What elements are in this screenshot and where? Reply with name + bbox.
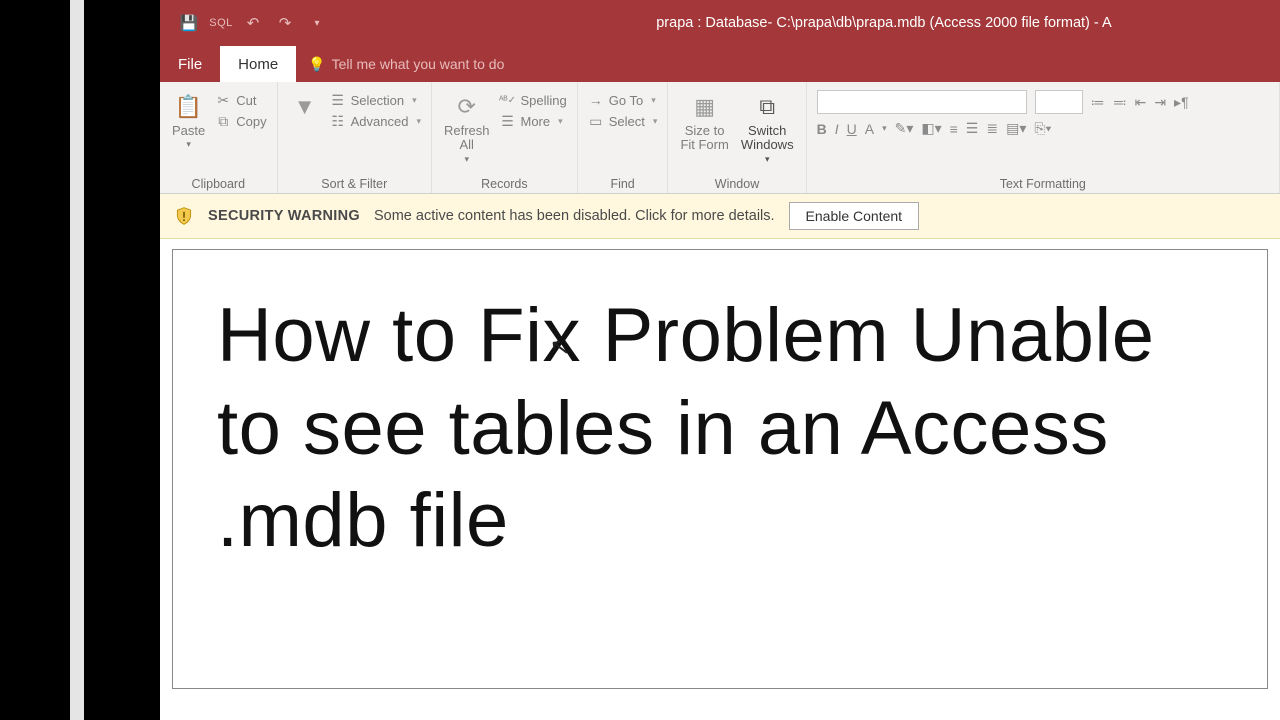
undo-icon[interactable]: ↶ bbox=[244, 14, 262, 32]
title-bar: 💾 SQL ↶ ↷ ▾ prapa : Database- C:\prapa\d… bbox=[160, 0, 1280, 46]
tell-me[interactable]: 💡 Tell me what you want to do bbox=[296, 46, 504, 82]
selection-button[interactable]: ☰ Selection bbox=[330, 92, 421, 108]
tab-home[interactable]: Home bbox=[220, 46, 296, 82]
group-text-formatting: ≔ ≕ ⇤ ⇥ ▸¶ B I U A▾ ✎▾ ◧▾ ≡ ☰ bbox=[807, 82, 1280, 193]
underline-button[interactable]: U bbox=[847, 121, 857, 137]
quick-access-toolbar: 💾 SQL ↶ ↷ ▾ bbox=[160, 14, 326, 32]
goto-icon: → bbox=[588, 92, 604, 108]
select-button[interactable]: ▭ Select bbox=[588, 113, 658, 129]
more-label: More bbox=[521, 114, 551, 129]
window-title: prapa : Database- C:\prapa\db\prapa.mdb … bbox=[656, 15, 1111, 31]
filter-button[interactable]: ▼ bbox=[288, 88, 322, 126]
group-window: ▦ Size to Fit Form ⧉ Switch Windows ▾ Wi… bbox=[668, 82, 806, 193]
scrollbar-left[interactable] bbox=[70, 0, 84, 720]
copy-button[interactable]: ⧉ Copy bbox=[215, 113, 266, 129]
copy-label: Copy bbox=[236, 114, 266, 129]
italic-button[interactable]: I bbox=[835, 121, 839, 137]
letterbox-left bbox=[0, 0, 70, 720]
document-area: How to Fix Problem Unable to see tables … bbox=[160, 239, 1280, 699]
group-label-find: Find bbox=[588, 175, 658, 191]
goto-button[interactable]: → Go To bbox=[588, 92, 658, 108]
security-warning-bar: SECURITY WARNING Some active content has… bbox=[160, 194, 1280, 239]
clipboard-icon: 📋 bbox=[174, 92, 204, 122]
align-center-icon[interactable]: ☰ bbox=[966, 120, 979, 137]
copy-icon: ⧉ bbox=[215, 113, 231, 129]
select-label: Select bbox=[609, 114, 645, 129]
paste-button[interactable]: 📋 Paste ▾ bbox=[170, 88, 207, 154]
spelling-label: Spelling bbox=[521, 93, 567, 108]
group-label-clipboard: Clipboard bbox=[170, 175, 267, 191]
font-size-select[interactable] bbox=[1035, 90, 1083, 114]
tab-file[interactable]: File bbox=[160, 46, 220, 82]
refresh-all-button[interactable]: ⟳ Refresh All ▾ bbox=[442, 88, 492, 168]
size-to-fit-button[interactable]: ▦ Size to Fit Form bbox=[678, 88, 730, 157]
document-text: How to Fix Problem Unable to see tables … bbox=[217, 290, 1223, 568]
numbering-icon[interactable]: ≕ bbox=[1113, 94, 1127, 111]
bold-button[interactable]: B bbox=[817, 121, 827, 137]
security-heading: SECURITY WARNING bbox=[208, 208, 360, 224]
refresh-label: Refresh All bbox=[444, 124, 490, 153]
more-button[interactable]: ☰ More bbox=[500, 113, 567, 129]
more-icon: ☰ bbox=[500, 113, 516, 129]
cut-button[interactable]: ✂ Cut bbox=[215, 92, 266, 108]
lightbulb-icon: 💡 bbox=[308, 56, 325, 73]
size-label: Size to Fit Form bbox=[680, 124, 728, 153]
group-clipboard: 📋 Paste ▾ ✂ Cut ⧉ Copy Clipboard bbox=[160, 82, 278, 193]
format-painter-icon[interactable]: ⎘▾ bbox=[1034, 120, 1051, 137]
switch-label: Switch Windows bbox=[741, 124, 794, 153]
selection-icon: ☰ bbox=[330, 92, 346, 108]
group-label-sortfilter: Sort & Filter bbox=[288, 175, 421, 191]
highlight-button[interactable]: ✎▾ bbox=[895, 120, 914, 137]
paragraph-icon[interactable]: ▸¶ bbox=[1174, 94, 1189, 111]
goto-label: Go To bbox=[609, 93, 643, 108]
funnel-icon: ▼ bbox=[290, 92, 320, 122]
form-container: How to Fix Problem Unable to see tables … bbox=[172, 249, 1268, 689]
spelling-button[interactable]: ᴬᴮ✓ Spelling bbox=[500, 92, 567, 108]
gridlines-icon[interactable]: ▤▾ bbox=[1006, 120, 1026, 137]
indent-left-icon[interactable]: ⇤ bbox=[1135, 94, 1147, 111]
group-find: → Go To ▭ Select Find bbox=[578, 82, 669, 193]
group-label-window: Window bbox=[678, 175, 795, 191]
fill-button[interactable]: ◧▾ bbox=[921, 120, 941, 137]
cut-label: Cut bbox=[236, 93, 256, 108]
group-sort-filter: ▼ ☰ Selection ☷ Advanced Sort & Filter bbox=[278, 82, 432, 193]
font-color-button[interactable]: A bbox=[865, 121, 874, 137]
sql-button[interactable]: SQL bbox=[212, 14, 230, 32]
font-family-select[interactable] bbox=[817, 90, 1027, 114]
advanced-label: Advanced bbox=[351, 114, 409, 129]
paste-label: Paste bbox=[172, 124, 205, 138]
selection-label: Selection bbox=[351, 93, 404, 108]
group-records: ⟳ Refresh All ▾ ᴬᴮ✓ Spelling ☰ More Record… bbox=[432, 82, 578, 193]
group-label-textfmt: Text Formatting bbox=[817, 175, 1269, 191]
security-message: Some active content has been disabled. C… bbox=[374, 208, 775, 224]
spelling-icon: ᴬᴮ✓ bbox=[500, 92, 516, 108]
indent-right-icon[interactable]: ⇥ bbox=[1154, 94, 1166, 111]
tell-me-label: Tell me what you want to do bbox=[332, 56, 505, 72]
scissors-icon: ✂ bbox=[215, 92, 231, 108]
align-right-icon[interactable]: ≣ bbox=[986, 120, 998, 137]
switch-windows-button[interactable]: ⧉ Switch Windows ▾ bbox=[739, 88, 796, 168]
align-left-icon[interactable]: ≡ bbox=[950, 121, 958, 137]
select-icon: ▭ bbox=[588, 113, 604, 129]
save-icon[interactable]: 💾 bbox=[180, 14, 198, 32]
redo-icon[interactable]: ↷ bbox=[276, 14, 294, 32]
ribbon-tabs: File Home 💡 Tell me what you want to do bbox=[160, 46, 1280, 82]
access-window: 💾 SQL ↶ ↷ ▾ prapa : Database- C:\prapa\d… bbox=[160, 0, 1280, 720]
bullets-icon[interactable]: ≔ bbox=[1091, 94, 1105, 111]
windows-icon: ⧉ bbox=[752, 92, 782, 122]
group-label-records: Records bbox=[442, 175, 567, 191]
ribbon: 📋 Paste ▾ ✂ Cut ⧉ Copy Clipboard ▼ ☰ Select… bbox=[160, 82, 1280, 194]
advanced-icon: ☷ bbox=[330, 113, 346, 129]
qat-more-icon[interactable]: ▾ bbox=[308, 14, 326, 32]
shield-icon bbox=[174, 206, 194, 226]
advanced-button[interactable]: ☷ Advanced bbox=[330, 113, 421, 129]
refresh-icon: ⟳ bbox=[452, 92, 482, 122]
enable-content-button[interactable]: Enable Content bbox=[789, 202, 920, 230]
form-icon: ▦ bbox=[690, 92, 720, 122]
